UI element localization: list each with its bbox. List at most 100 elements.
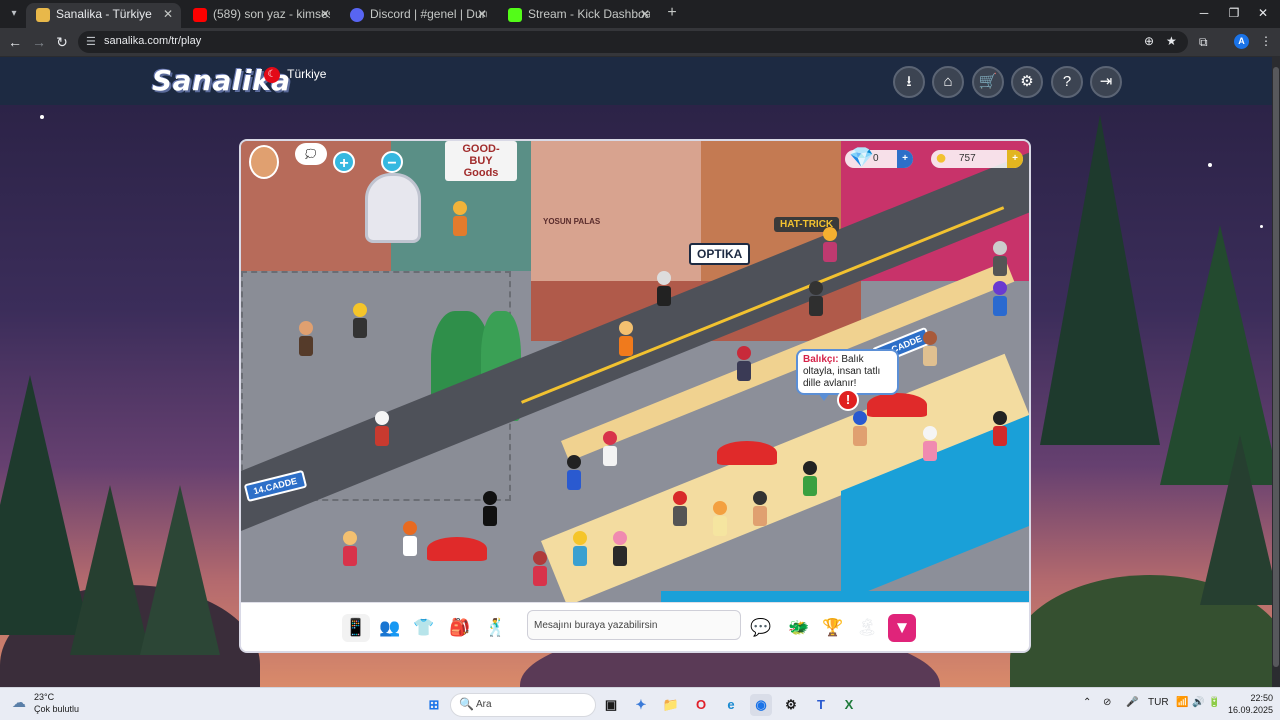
capsule-machine-icon[interactable] xyxy=(365,173,421,243)
cart-button[interactable]: 🛒 xyxy=(972,66,1004,98)
extensions-icon[interactable]: ⧉ xyxy=(1199,35,1208,50)
dance-emote-icon[interactable]: 🕺 xyxy=(482,614,510,642)
microphone-icon[interactable]: 🎤 xyxy=(1126,697,1138,708)
avatar-character[interactable] xyxy=(921,331,939,371)
avatar-character[interactable] xyxy=(735,346,753,386)
tab-kick[interactable]: Stream - Kick Dashboard ✕ xyxy=(498,3,658,28)
browser-toolbar: ← → ↻ ☰ sanalika.com/tr/play ⊕ ★ ⧉ A ⋮ xyxy=(0,28,1280,57)
more-menu-down-icon[interactable]: ▼ xyxy=(888,614,916,642)
opera-icon[interactable]: O xyxy=(690,694,712,716)
zoom-in-plus-icon[interactable]: + xyxy=(333,151,355,173)
avatar-character[interactable] xyxy=(481,491,499,531)
teams-icon[interactable]: T xyxy=(810,694,832,716)
avatar-character[interactable] xyxy=(991,411,1009,451)
window-close-icon[interactable]: ✕ xyxy=(1254,4,1272,22)
zoom-out-minus-icon[interactable]: − xyxy=(381,151,403,173)
avatar-character[interactable] xyxy=(571,531,589,571)
avatar-character[interactable] xyxy=(601,431,619,471)
windows-start-icon[interactable]: ⊞ xyxy=(423,694,445,716)
avatar-character[interactable] xyxy=(611,531,629,571)
avatar-character[interactable] xyxy=(401,521,419,561)
clothes-shirt-icon[interactable]: 👕 xyxy=(410,614,438,642)
pet-icon[interactable]: 🐲 xyxy=(785,614,813,642)
avatar-character[interactable] xyxy=(373,411,391,451)
avatar-character[interactable] xyxy=(801,461,819,501)
game-frame[interactable]: GOOD-BUY Goods OPTIKA HAT-TRICK YOSUN PA… xyxy=(241,141,1029,651)
avatar-character[interactable] xyxy=(671,491,689,531)
download-button[interactable]: ⭳ xyxy=(893,66,925,98)
volume-icon[interactable]: 🔊 xyxy=(1192,697,1204,708)
task-view-icon[interactable]: ▣ xyxy=(600,694,622,716)
battery-icon[interactable]: 🔋 xyxy=(1208,697,1220,708)
menu-kebab-icon[interactable]: ⋮ xyxy=(1260,34,1272,48)
page-scrollbar[interactable] xyxy=(1272,57,1280,687)
avatar-character[interactable] xyxy=(297,321,315,361)
help-button[interactable]: ? xyxy=(1051,66,1083,98)
player-avatar-portrait[interactable] xyxy=(249,145,279,179)
close-icon[interactable]: ✕ xyxy=(163,3,173,25)
home-button[interactable]: ⌂ xyxy=(932,66,964,98)
chrome-icon[interactable]: ◉ xyxy=(750,694,772,716)
avatar-character[interactable] xyxy=(617,321,635,361)
forward-arrow-icon[interactable]: → xyxy=(30,33,48,51)
avatar-character[interactable] xyxy=(921,426,939,466)
taskbar-search[interactable]: 🔍 Ara xyxy=(450,693,596,717)
tab-discord[interactable]: Discord | #genel | Durum E ✕ xyxy=(340,3,495,28)
profile-avatar[interactable]: A xyxy=(1234,34,1249,49)
chat-message-input[interactable] xyxy=(527,610,741,640)
wifi-icon[interactable]: 📶 xyxy=(1176,697,1188,708)
tab-search-icon[interactable]: ▾ xyxy=(6,6,22,22)
site-info-icon[interactable]: ☰ xyxy=(86,35,96,48)
back-arrow-icon[interactable]: ← xyxy=(6,33,24,51)
close-icon[interactable]: ✕ xyxy=(640,3,650,25)
file-explorer-icon[interactable]: 📁 xyxy=(660,694,682,716)
avatar-character[interactable] xyxy=(655,271,673,311)
tab-sanalika[interactable]: Sanalika - Türkiye ✕ xyxy=(26,3,181,28)
tab-title: Stream - Kick Dashboard xyxy=(528,7,650,21)
restore-icon[interactable]: ❐ xyxy=(1225,4,1243,22)
chat-bubbles-icon[interactable]: 💬 xyxy=(747,614,775,642)
avatar-character[interactable] xyxy=(565,455,583,495)
country-selector[interactable]: ☾ Türkiye xyxy=(264,67,326,83)
system-clock[interactable]: 22:50 16.09.2025 xyxy=(1228,692,1273,716)
zoom-icon[interactable]: ⊕ xyxy=(1144,34,1154,48)
avatar-character[interactable] xyxy=(991,281,1009,321)
trophy-icon[interactable]: 🏆 xyxy=(819,614,847,642)
app-icon[interactable]: ⚙ xyxy=(780,694,802,716)
reload-icon[interactable]: ↻ xyxy=(53,33,71,51)
minimize-icon[interactable]: ─ xyxy=(1195,4,1213,22)
avatar-character[interactable] xyxy=(711,501,729,541)
tab-youtube[interactable]: (589) son yaz - kimsesiz V2 (slo ✕ xyxy=(183,3,338,28)
bookmark-star-icon[interactable]: ★ xyxy=(1166,34,1177,48)
thought-bubble-icon[interactable]: 💭 xyxy=(295,143,327,165)
close-icon[interactable]: ✕ xyxy=(477,3,487,25)
avatar-character[interactable] xyxy=(991,241,1009,281)
avatar-character[interactable] xyxy=(341,531,359,571)
island-icon[interactable]: 🏝 xyxy=(853,614,881,642)
edge-icon[interactable]: e xyxy=(720,694,742,716)
avatar-character[interactable] xyxy=(531,551,549,591)
language-indicator[interactable]: TUR xyxy=(1148,697,1169,708)
exclamation-alert-icon[interactable]: ! xyxy=(837,389,859,411)
avatar-character[interactable] xyxy=(851,411,869,451)
settings-gear-button[interactable]: ⚙ xyxy=(1011,66,1043,98)
bag-inventory-icon[interactable]: 🎒 xyxy=(446,614,474,642)
tray-chevron-up-icon[interactable]: ⌃ xyxy=(1083,697,1091,708)
avatar-character[interactable] xyxy=(451,201,469,241)
logout-button[interactable]: ⇥ xyxy=(1090,66,1122,98)
avatar-character[interactable] xyxy=(807,281,825,321)
copilot-icon[interactable]: ✦ xyxy=(630,694,652,716)
excel-icon[interactable]: X xyxy=(838,694,860,716)
game-world[interactable]: GOOD-BUY Goods OPTIKA HAT-TRICK YOSUN PA… xyxy=(241,141,1029,602)
new-tab-plus-icon[interactable]: + xyxy=(663,4,681,22)
avatar-character[interactable] xyxy=(751,491,769,531)
avatar-character[interactable] xyxy=(821,227,839,267)
network-app-icon[interactable]: ⊘ xyxy=(1103,697,1111,708)
scrollbar-thumb[interactable] xyxy=(1273,67,1279,667)
friends-icon[interactable]: 👥 xyxy=(376,614,404,642)
avatar-character[interactable] xyxy=(351,303,369,343)
address-bar[interactable]: ☰ sanalika.com/tr/play ⊕ ★ xyxy=(78,31,1188,53)
star xyxy=(1208,163,1212,167)
phone-icon[interactable]: 📱 xyxy=(342,614,370,642)
close-icon[interactable]: ✕ xyxy=(320,3,330,25)
